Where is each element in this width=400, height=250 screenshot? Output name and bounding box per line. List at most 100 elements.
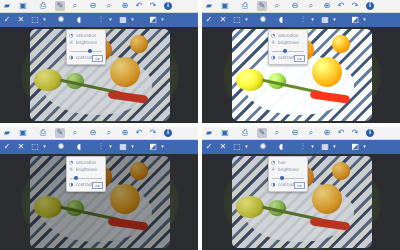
image-canvas[interactable]: ◔ hue ☼ brightness ◑ contrast OK: [202, 154, 400, 250]
slider-knob[interactable]: [74, 176, 79, 180]
adjust-icon[interactable]: ✎: [55, 1, 65, 11]
chevron-down-icon[interactable]: ▾: [310, 142, 315, 152]
brightness-icon[interactable]: ✺: [56, 142, 66, 152]
levels-icon[interactable]: ⫶: [96, 142, 106, 152]
save-icon[interactable]: ▣: [220, 128, 230, 138]
apply-button[interactable]: OK: [92, 55, 103, 62]
chevron-down-icon[interactable]: ▾: [42, 142, 47, 152]
print-icon[interactable]: ⎙: [38, 128, 48, 138]
zoom-reset-icon[interactable]: ⊕: [120, 1, 130, 11]
zoom-out-icon[interactable]: ⊖: [290, 1, 300, 11]
grid-icon[interactable]: ▦: [320, 142, 330, 152]
rotate-left-icon[interactable]: ↶: [336, 1, 346, 11]
brightness-icon[interactable]: ✺: [258, 142, 268, 152]
chevron-down-icon[interactable]: ▾: [332, 142, 337, 152]
info-icon[interactable]: i: [164, 129, 172, 137]
chevron-down-icon[interactable]: ▾: [160, 15, 165, 25]
color-drop-icon[interactable]: ◖: [74, 142, 84, 152]
rotate-left-icon[interactable]: ↶: [336, 128, 346, 138]
chevron-down-icon[interactable]: ▾: [244, 15, 249, 25]
slider-knob[interactable]: [87, 49, 92, 53]
zoom-in-icon[interactable]: ⌕: [272, 128, 282, 138]
filter-slider[interactable]: [70, 176, 102, 180]
zoom-out-icon[interactable]: ⊖: [88, 128, 98, 138]
image-canvas[interactable]: ◔ saturation ☼ brightness ◑ contrast OK: [0, 27, 198, 123]
filter-row[interactable]: ◔ saturation: [69, 32, 103, 39]
filter-row[interactable]: ☼ brightness: [69, 166, 103, 173]
eraser-icon[interactable]: ◩: [148, 15, 158, 25]
chevron-down-icon[interactable]: ▾: [130, 142, 135, 152]
print-icon[interactable]: ⎙: [240, 1, 250, 11]
rotate-right-icon[interactable]: ↷: [350, 1, 360, 11]
brightness-icon[interactable]: ✺: [258, 15, 268, 25]
rotate-left-icon[interactable]: ↶: [134, 1, 144, 11]
filter-slider[interactable]: [70, 49, 102, 53]
rotate-right-icon[interactable]: ↷: [148, 128, 158, 138]
grid-icon[interactable]: ▦: [118, 15, 128, 25]
color-drop-icon[interactable]: ◖: [74, 15, 84, 25]
folder-icon[interactable]: ▰: [204, 128, 214, 138]
info-icon[interactable]: i: [366, 129, 374, 137]
zoom-reset-icon[interactable]: ⊕: [322, 128, 332, 138]
check-icon[interactable]: ✓: [2, 142, 12, 152]
folder-icon[interactable]: ▰: [2, 1, 12, 11]
select-icon[interactable]: ⬚: [30, 15, 40, 25]
save-icon[interactable]: ▣: [18, 1, 28, 11]
folder-icon[interactable]: ▰: [2, 128, 12, 138]
save-icon[interactable]: ▣: [220, 1, 230, 11]
color-drop-icon[interactable]: ◖: [276, 142, 286, 152]
chevron-down-icon[interactable]: ▾: [332, 15, 337, 25]
check-icon[interactable]: ✓: [2, 15, 12, 25]
folder-icon[interactable]: ▰: [204, 1, 214, 11]
filter-row[interactable]: ◔ saturation: [271, 32, 305, 39]
slider-knob[interactable]: [279, 176, 284, 180]
filter-row[interactable]: ◔ saturation: [69, 159, 103, 166]
zoom-fit-icon[interactable]: ⌕: [306, 1, 316, 11]
adjust-icon[interactable]: ✎: [257, 128, 267, 138]
info-icon[interactable]: i: [366, 2, 374, 10]
zoom-in-icon[interactable]: ⌕: [272, 1, 282, 11]
slider-knob[interactable]: [283, 49, 288, 53]
filter-row[interactable]: ◔ hue: [271, 159, 305, 166]
brightness-icon[interactable]: ✺: [56, 15, 66, 25]
grid-icon[interactable]: ▦: [118, 142, 128, 152]
levels-icon[interactable]: ⫶: [298, 15, 308, 25]
check-icon[interactable]: ✓: [204, 15, 214, 25]
close-icon[interactable]: ✕: [16, 142, 26, 152]
filter-slider[interactable]: [272, 49, 304, 53]
chevron-down-icon[interactable]: ▾: [130, 15, 135, 25]
close-icon[interactable]: ✕: [218, 15, 228, 25]
check-icon[interactable]: ✓: [204, 142, 214, 152]
filter-row[interactable]: ☼ brightness: [69, 39, 103, 46]
apply-button[interactable]: OK: [92, 182, 103, 189]
zoom-fit-icon[interactable]: ⌕: [306, 128, 316, 138]
filter-row[interactable]: ☼ brightness: [271, 39, 305, 46]
zoom-fit-icon[interactable]: ⌕: [104, 128, 114, 138]
rotate-right-icon[interactable]: ↷: [350, 128, 360, 138]
close-icon[interactable]: ✕: [218, 142, 228, 152]
zoom-fit-icon[interactable]: ⌕: [104, 1, 114, 11]
select-icon[interactable]: ⬚: [30, 142, 40, 152]
select-icon[interactable]: ⬚: [232, 15, 242, 25]
apply-button[interactable]: OK: [294, 55, 305, 62]
rotate-right-icon[interactable]: ↷: [148, 1, 158, 11]
chevron-down-icon[interactable]: ▾: [362, 142, 367, 152]
zoom-reset-icon[interactable]: ⊕: [120, 128, 130, 138]
zoom-out-icon[interactable]: ⊖: [290, 128, 300, 138]
print-icon[interactable]: ⎙: [38, 1, 48, 11]
chevron-down-icon[interactable]: ▾: [108, 15, 113, 25]
levels-icon[interactable]: ⫶: [298, 142, 308, 152]
image-canvas[interactable]: ◔ saturation ☼ brightness ◑ contrast OK: [0, 154, 198, 250]
eraser-icon[interactable]: ◩: [350, 15, 360, 25]
eraser-icon[interactable]: ◩: [350, 142, 360, 152]
zoom-reset-icon[interactable]: ⊕: [322, 1, 332, 11]
zoom-in-icon[interactable]: ⌕: [70, 128, 80, 138]
chevron-down-icon[interactable]: ▾: [244, 142, 249, 152]
info-icon[interactable]: i: [164, 2, 172, 10]
chevron-down-icon[interactable]: ▾: [310, 15, 315, 25]
grid-icon[interactable]: ▦: [320, 15, 330, 25]
filter-slider[interactable]: [272, 176, 304, 180]
chevron-down-icon[interactable]: ▾: [160, 142, 165, 152]
apply-button[interactable]: OK: [294, 182, 305, 189]
adjust-icon[interactable]: ✎: [55, 128, 65, 138]
